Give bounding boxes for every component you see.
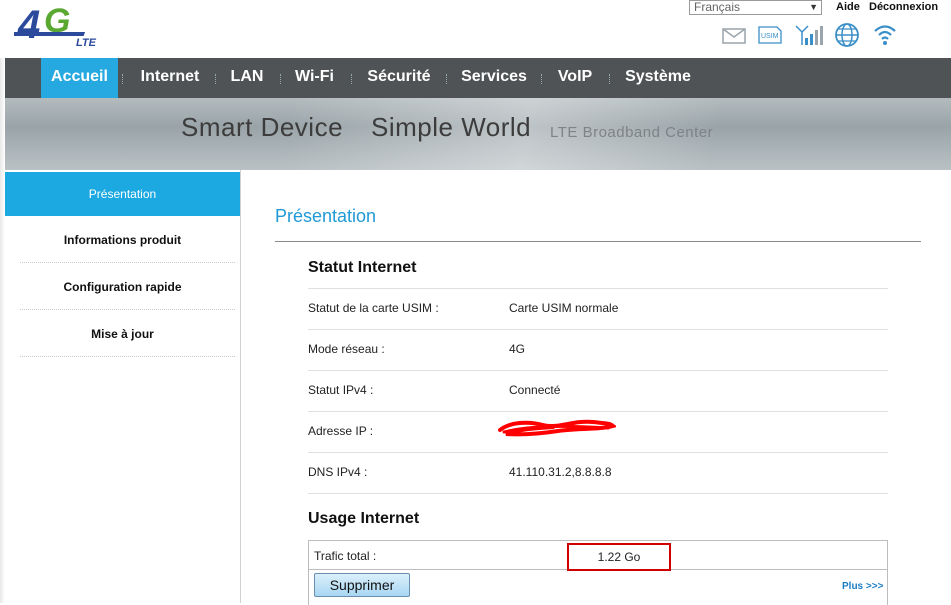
nav-separator xyxy=(609,74,612,84)
dns-ipv4-label: DNS IPv4 : xyxy=(308,465,368,479)
row-divider xyxy=(308,288,888,289)
nav-item-lan[interactable]: LAN xyxy=(224,58,270,98)
nav-item-systeme[interactable]: Système xyxy=(619,58,697,98)
wifi-icon[interactable] xyxy=(872,22,898,46)
chevron-down-icon: ▼ xyxy=(809,2,818,12)
help-link[interactable]: Aide xyxy=(836,1,860,13)
total-traffic-value: 1.22 Go xyxy=(567,543,671,571)
sidebar-divider xyxy=(20,356,235,357)
top-bar: 4 G LTE Français ▼ Aide Déconnexion USIM xyxy=(0,0,951,58)
row-divider xyxy=(308,411,888,412)
banner-slogan-smart-device: Smart Device xyxy=(181,112,344,142)
network-mode-value: 4G xyxy=(509,342,526,356)
mail-icon[interactable] xyxy=(722,28,746,44)
delete-button[interactable]: Supprimer xyxy=(314,573,410,597)
ip-address-redaction xyxy=(498,419,616,437)
usim-icon-text: USIM xyxy=(761,33,779,40)
nav-separator xyxy=(541,74,544,84)
nav-separator xyxy=(280,74,283,84)
title-divider xyxy=(275,241,921,242)
main-nav: Accueil Internet LAN Wi-Fi Sécurité Serv… xyxy=(5,58,951,98)
globe-icon[interactable] xyxy=(834,22,860,48)
nav-item-wifi[interactable]: Wi-Fi xyxy=(289,58,340,98)
signal-icon[interactable] xyxy=(794,24,824,46)
usim-status-label: Statut de la carte USIM : xyxy=(308,301,439,315)
nav-item-internet[interactable]: Internet xyxy=(133,58,207,98)
usim-status-value: Carte USIM normale xyxy=(509,301,619,315)
banner-slogan-lte: LTE Broadband Center xyxy=(550,124,714,141)
language-select-value: Français xyxy=(694,0,741,14)
row-divider xyxy=(308,370,888,371)
page-title: Présentation xyxy=(275,206,377,226)
logo-4-text: 4 xyxy=(17,3,40,47)
logout-link[interactable]: Déconnexion xyxy=(869,1,938,13)
nav-separator xyxy=(122,74,125,84)
logo-lte-text: LTE xyxy=(76,37,97,49)
banner-slogan-simple-world: Simple World xyxy=(371,112,532,142)
usim-icon[interactable]: USIM xyxy=(758,26,782,44)
nav-item-voip[interactable]: VoIP xyxy=(551,58,599,98)
row-divider xyxy=(308,493,888,494)
nav-separator xyxy=(446,74,449,84)
total-traffic-label: Trafic total : xyxy=(314,549,377,563)
section-title-statut-internet: Statut Internet xyxy=(308,259,417,276)
ipv4-status-value: Connecté xyxy=(509,383,561,397)
sidebar-item-informations-produit[interactable]: Informations produit xyxy=(5,217,240,263)
sidebar-divider xyxy=(20,262,235,263)
more-link[interactable]: Plus >>> xyxy=(842,581,883,592)
nav-item-securite[interactable]: Sécurité xyxy=(361,58,437,98)
nav-item-services[interactable]: Services xyxy=(456,58,532,98)
banner: Smart Device Simple World LTE Broadband … xyxy=(5,98,951,170)
dns-ipv4-value: 41.110.31.2,8.8.8.8 xyxy=(509,465,612,479)
nav-separator xyxy=(215,74,218,84)
language-select[interactable]: Français ▼ xyxy=(689,0,822,15)
network-mode-label: Mode réseau : xyxy=(308,342,385,356)
section-title-usage-internet: Usage Internet xyxy=(308,510,420,527)
row-divider xyxy=(308,329,888,330)
sidebar: Présentation Informations produit Config… xyxy=(5,170,241,603)
sidebar-divider xyxy=(20,309,235,310)
sidebar-item-mise-a-jour[interactable]: Mise à jour xyxy=(5,311,240,357)
sidebar-item-presentation[interactable]: Présentation xyxy=(5,172,240,216)
ip-address-label: Adresse IP : xyxy=(308,424,374,438)
row-divider xyxy=(308,452,888,453)
nav-item-accueil[interactable]: Accueil xyxy=(41,58,118,98)
sidebar-item-configuration-rapide[interactable]: Configuration rapide xyxy=(5,264,240,310)
4g-lte-logo: 4 G LTE xyxy=(14,2,97,49)
nav-separator xyxy=(351,74,354,84)
ipv4-status-label: Statut IPv4 : xyxy=(308,383,374,397)
